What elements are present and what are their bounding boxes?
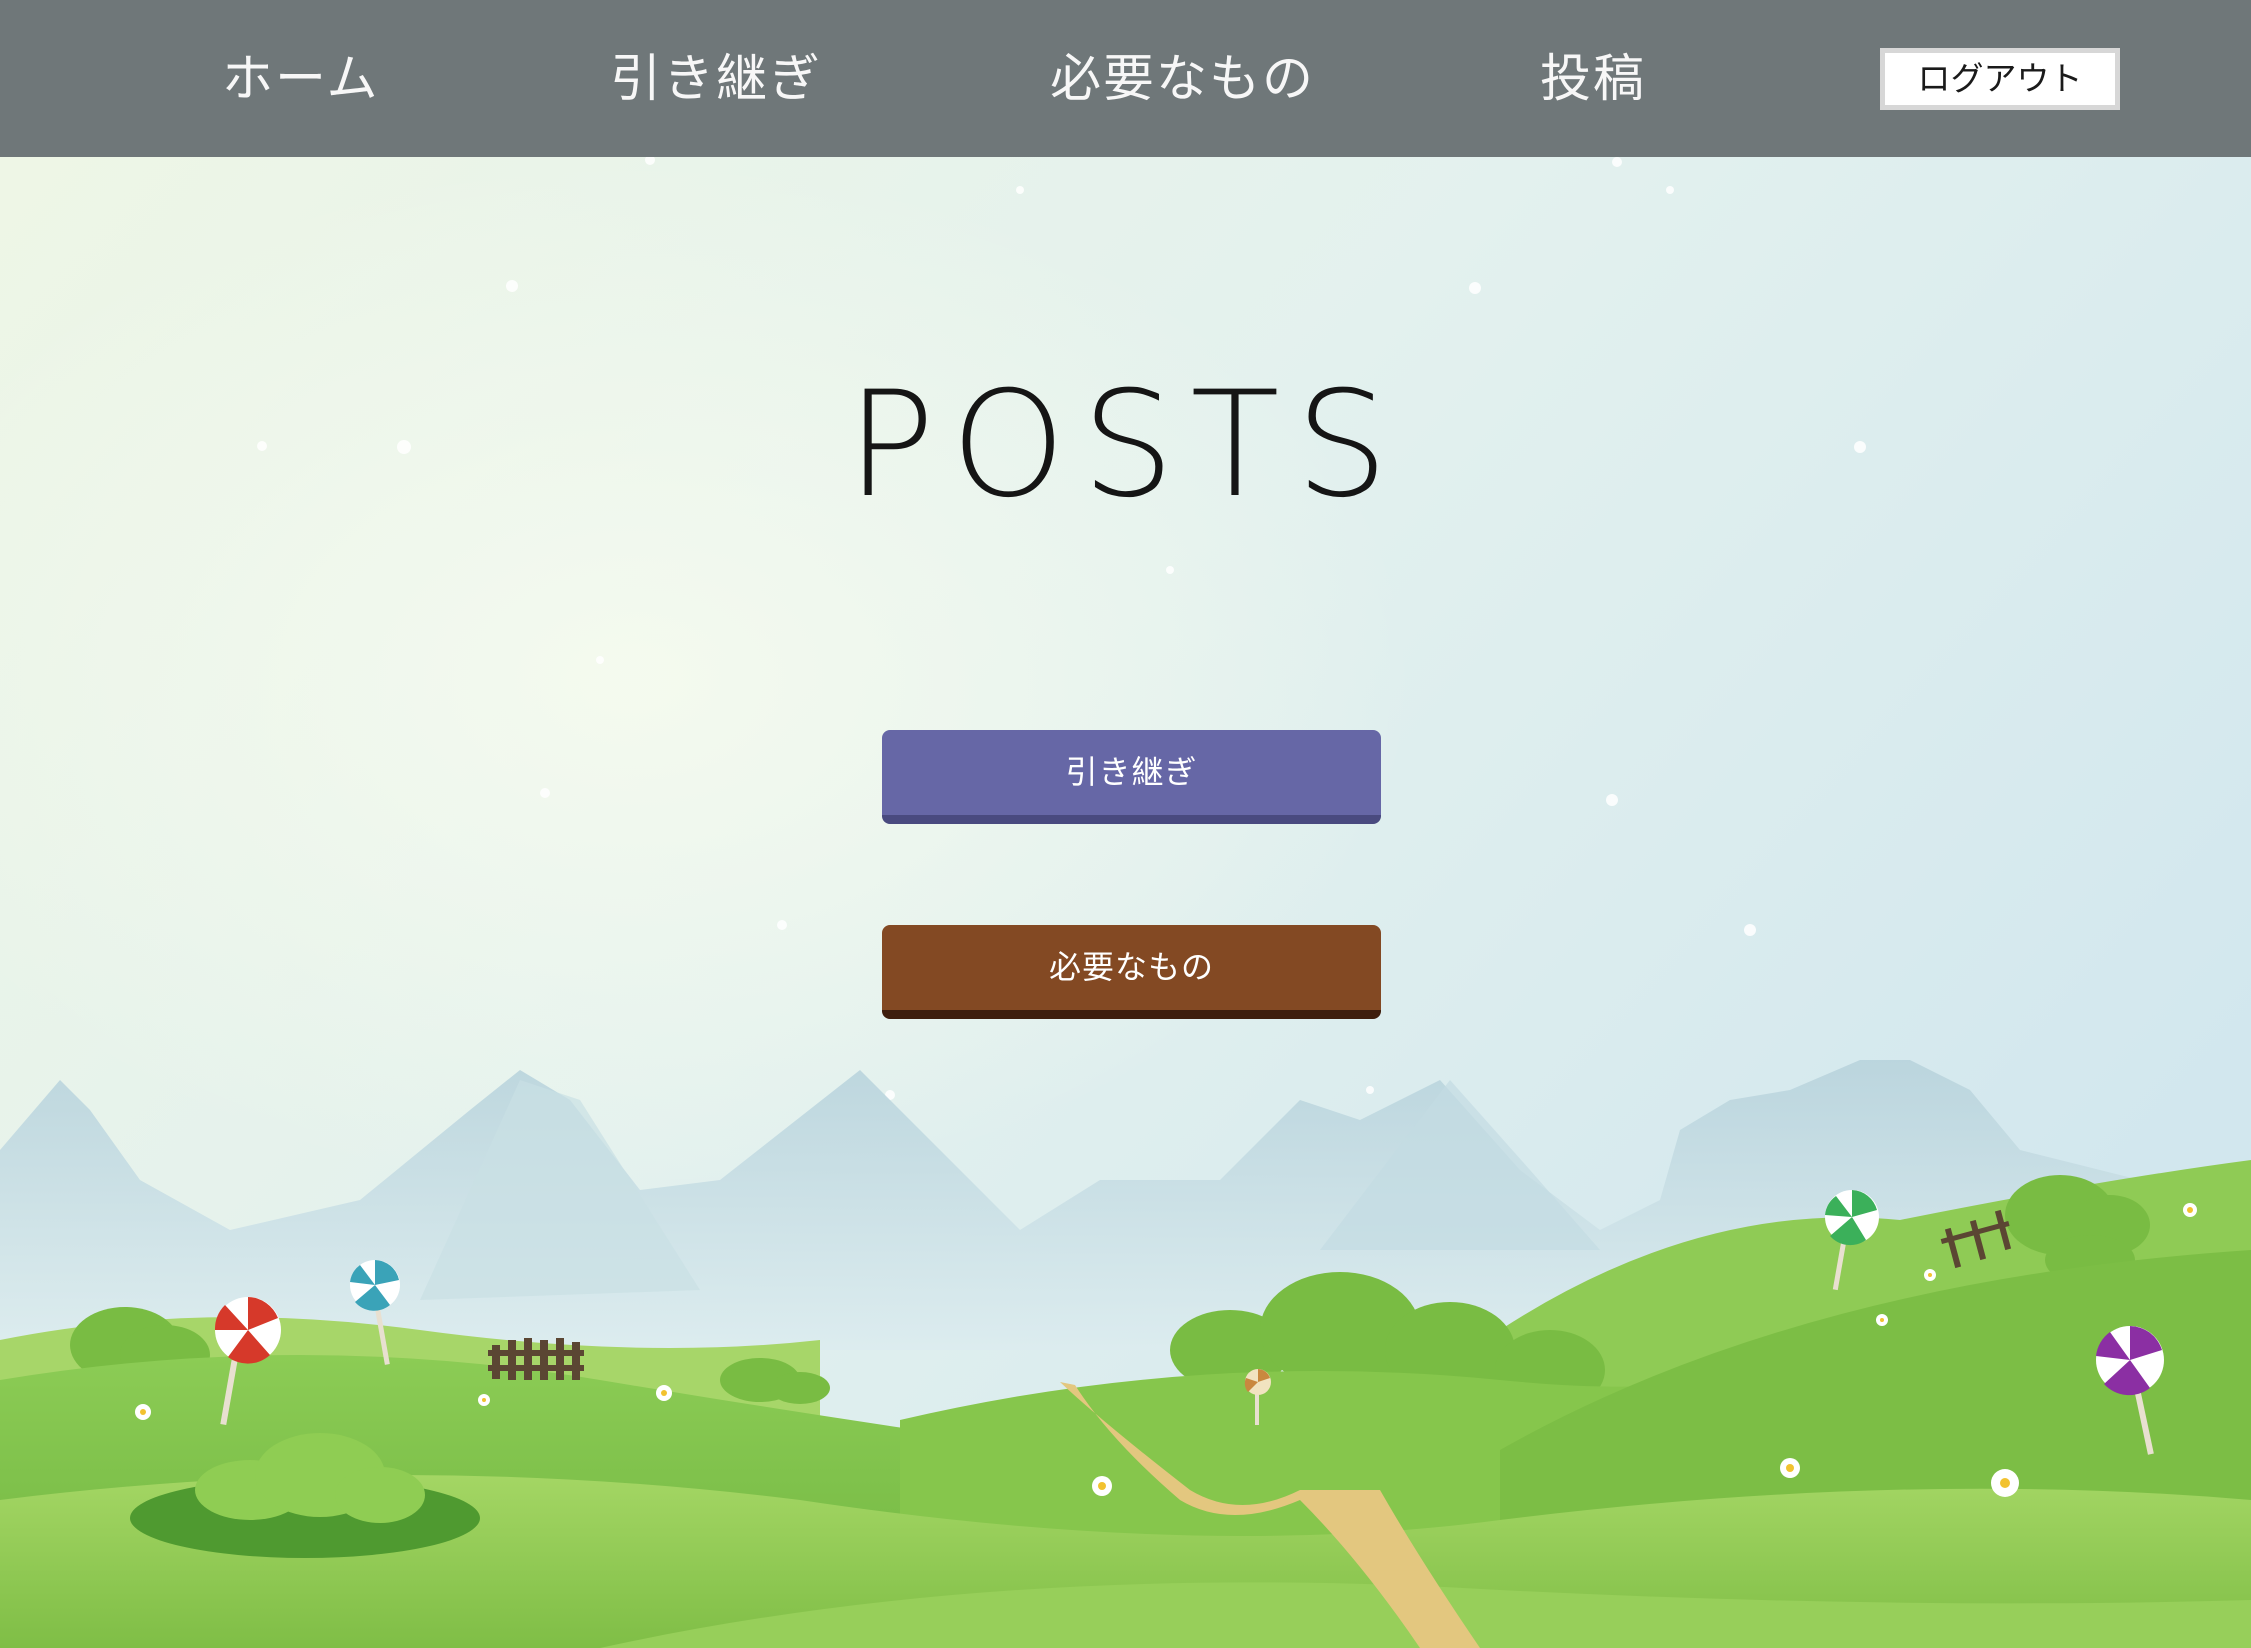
nav-home-link[interactable]: ホーム — [222, 50, 379, 110]
top-navbar: ホーム 引き継ぎ 必要なもの 投稿 ログアウト — [0, 0, 2251, 157]
handover-button[interactable]: 引き継ぎ — [882, 730, 1381, 824]
nav-handover-link[interactable]: 引き継ぎ — [610, 50, 822, 110]
logout-button[interactable]: ログアウト — [1880, 48, 2120, 110]
nav-needs-link[interactable]: 必要なもの — [1050, 50, 1315, 110]
page-title: POSTS — [846, 360, 1405, 530]
nav-post-link[interactable]: 投稿 — [1540, 50, 1646, 110]
needs-button[interactable]: 必要なもの — [882, 925, 1381, 1019]
